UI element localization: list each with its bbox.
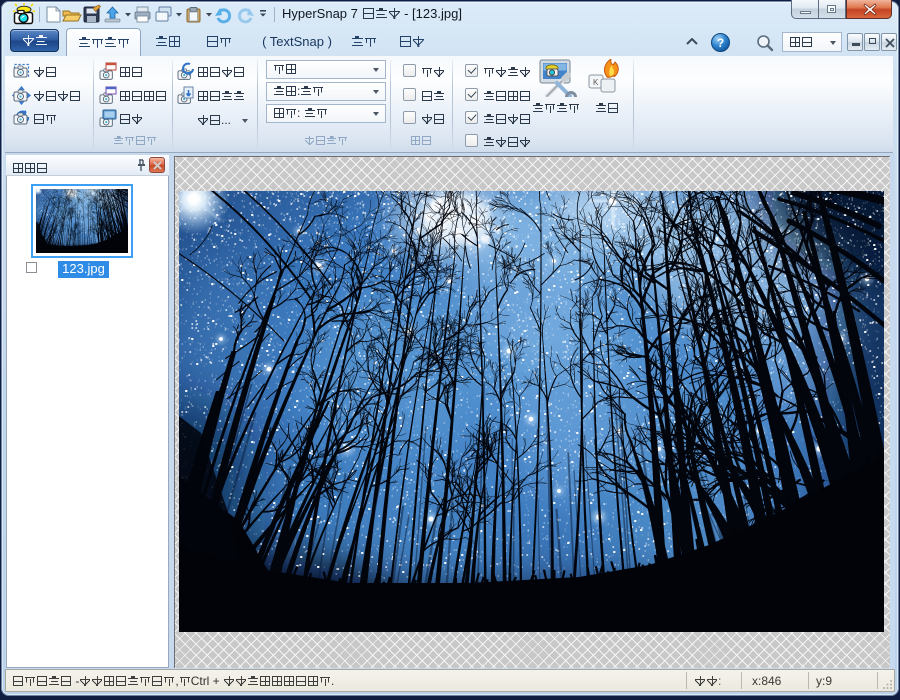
svg-text:K: K — [593, 78, 599, 87]
svg-text:?: ? — [717, 36, 724, 50]
